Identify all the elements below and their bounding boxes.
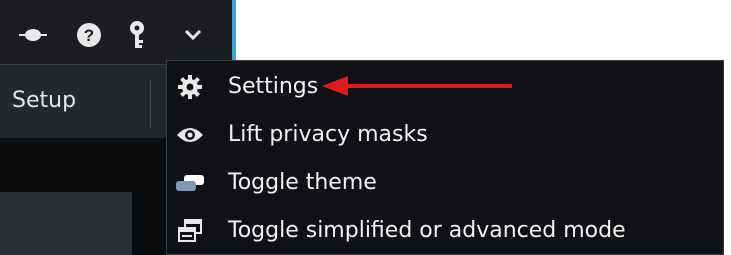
screenshot: Setup ? Settings Lift privacy masks Togg… bbox=[0, 0, 731, 255]
mode-icon bbox=[175, 217, 205, 245]
app-side-panel bbox=[0, 192, 132, 255]
menu-item-toggle-mode[interactable]: Toggle simplified or advanced mode bbox=[167, 207, 723, 255]
menu-item-label: Toggle simplified or advanced mode bbox=[228, 218, 626, 243]
gear-icon bbox=[175, 73, 205, 101]
key-icon[interactable] bbox=[122, 20, 152, 50]
toolbar-divider bbox=[150, 80, 151, 128]
eye-icon bbox=[175, 121, 205, 149]
help-icon[interactable]: ? bbox=[74, 20, 104, 50]
chevron-down-icon[interactable] bbox=[178, 20, 208, 50]
annotation-arrow bbox=[322, 76, 512, 96]
theme-icon bbox=[175, 169, 205, 197]
plug-icon[interactable] bbox=[18, 20, 48, 50]
menu-item-label: Settings bbox=[228, 74, 319, 99]
menu-item-label: Toggle theme bbox=[228, 170, 377, 195]
header-accent-bar bbox=[232, 0, 236, 64]
setup-tab[interactable]: Setup bbox=[12, 86, 76, 116]
menu-item-lift-privacy-masks[interactable]: Lift privacy masks bbox=[167, 111, 723, 159]
menu-item-toggle-theme[interactable]: Toggle theme bbox=[167, 159, 723, 207]
svg-text:?: ? bbox=[84, 26, 94, 45]
menu-item-label: Lift privacy masks bbox=[228, 122, 428, 147]
